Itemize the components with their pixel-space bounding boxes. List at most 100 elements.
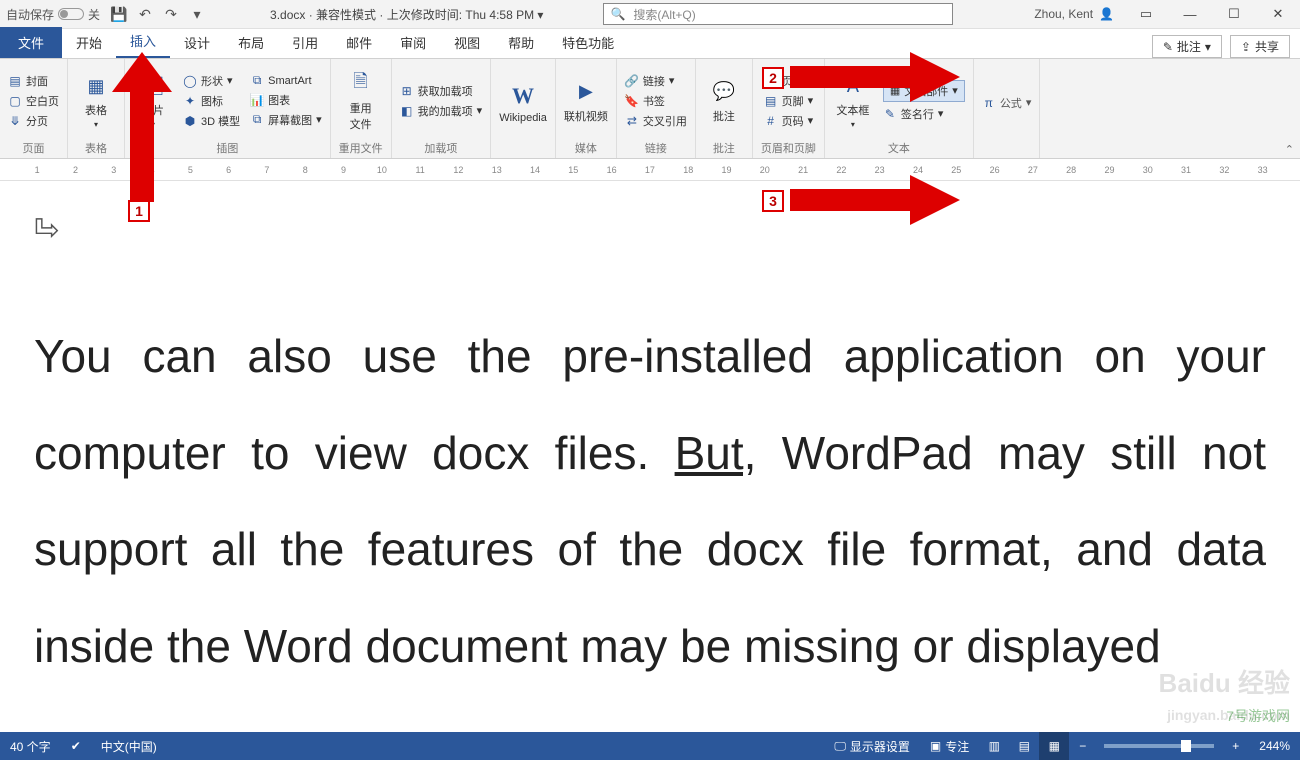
display-settings[interactable]: 🖵显示器设置 (824, 738, 920, 755)
tab-mail[interactable]: 邮件 (332, 27, 386, 58)
smartart-icon: ⧉ (250, 74, 264, 88)
link-icon: 🔗 (625, 74, 639, 88)
redo-icon[interactable]: ↷ (158, 1, 184, 27)
online-video-button[interactable]: ▶联机视频 (564, 78, 608, 124)
tab-help[interactable]: 帮助 (494, 27, 548, 58)
document-page[interactable]: ⏎ You can also use the pre-installed app… (0, 183, 1300, 732)
ruler-tick: 11 (401, 165, 439, 175)
table-button[interactable]: ▦表格▾ (76, 72, 116, 129)
callout-1: 1 (128, 200, 150, 222)
tab-view[interactable]: 视图 (440, 27, 494, 58)
blank-page-button[interactable]: ▢空白页 (8, 93, 59, 109)
xref-button[interactable]: ⇄交叉引用 (625, 113, 687, 129)
bookmark-button[interactable]: 🔖书签 (625, 93, 687, 109)
callout-2: 2 (762, 67, 784, 89)
reuse-files-button[interactable]: 🗎重用 文件 (341, 70, 381, 132)
equation-button[interactable]: π公式 ▾ (982, 95, 1032, 111)
web-layout-icon[interactable]: ▦ (1039, 732, 1069, 760)
tab-home[interactable]: 开始 (62, 27, 116, 58)
paragraph-mark-icon: ⏎ (34, 213, 59, 248)
watermark-brand: 7号游戏网 (1226, 706, 1290, 726)
minimize-icon[interactable]: — (1168, 0, 1212, 28)
language[interactable]: 中文(中国) (91, 738, 167, 755)
chevron-down-icon: ▾ (1205, 40, 1211, 54)
search-placeholder: 搜索(Alt+Q) (633, 6, 695, 23)
horizontal-ruler[interactable]: 1234567891011121314151617181920212223242… (0, 159, 1300, 181)
share-button[interactable]: ⇪ 共享 (1230, 35, 1290, 58)
document-title[interactable]: 3.docx · 兼容性模式 · 上次修改时间: Thu 4:58 PM ▾ (270, 6, 543, 23)
body-text[interactable]: You can also use the pre-installed appli… (34, 308, 1266, 694)
word-count[interactable]: 40 个字 (0, 738, 61, 755)
zoom-slider[interactable] (1104, 744, 1214, 748)
get-addins-button[interactable]: ⊞获取加载项 (400, 83, 483, 99)
arrow-1 (112, 52, 172, 202)
group-comments: 💬批注 批注 (696, 59, 753, 158)
icons-button[interactable]: ✦图标 (183, 93, 240, 109)
link-button[interactable]: 🔗链接 ▾ (625, 73, 687, 89)
group-label: 批注 (713, 138, 735, 156)
smartart-button[interactable]: ⧉SmartArt (250, 74, 322, 88)
tab-design[interactable]: 设计 (170, 27, 224, 58)
pi-icon: π (982, 96, 996, 110)
group-label: 插图 (216, 138, 238, 156)
comments-button[interactable]: ✎批注▾ (1152, 35, 1222, 58)
my-addins-button[interactable]: ◧我的加载项 ▾ (400, 103, 483, 119)
tab-review[interactable]: 审阅 (386, 27, 440, 58)
print-layout-icon[interactable]: ▤ (1009, 732, 1039, 760)
ruler-tick: 32 (1205, 165, 1243, 175)
group-label: 媒体 (575, 138, 597, 156)
wikipedia-button[interactable]: WWikipedia (499, 82, 547, 124)
cover-page-button[interactable]: ▤封面 (8, 73, 59, 89)
comment-button[interactable]: 💬批注 (704, 78, 744, 124)
screenshot-icon: ⧉ (250, 113, 264, 127)
ribbon-options-icon[interactable]: ▭ (1124, 0, 1168, 28)
pagenum-button[interactable]: #页码 ▾ (764, 113, 814, 129)
qat-dropdown-icon[interactable]: ▾ (184, 1, 210, 27)
save-icon[interactable]: 💾 (106, 1, 132, 27)
screenshot-button[interactable]: ⧉屏幕截图 ▾ (250, 112, 322, 128)
ruler-tick: 17 (631, 165, 669, 175)
cube-icon: ⬢ (183, 114, 197, 128)
signature-line-button[interactable]: ✎签名行 ▾ (883, 106, 965, 122)
addin-icon: ◧ (400, 104, 414, 118)
xref-icon: ⇄ (625, 114, 639, 128)
ruler-tick: 10 (363, 165, 401, 175)
arrow-2 (790, 52, 960, 102)
collapse-ribbon-icon[interactable]: ⌃ (1285, 143, 1294, 156)
ruler-tick: 29 (1090, 165, 1128, 175)
ruler-tick: 25 (937, 165, 975, 175)
zoom-in-icon[interactable]: + (1222, 739, 1249, 753)
footer-icon: ▤ (764, 94, 778, 108)
user-account[interactable]: Zhou, Kent 👤 (1024, 7, 1124, 21)
share-icon: ⇪ (1241, 40, 1251, 54)
bookmark-icon: 🔖 (625, 94, 639, 108)
shapes-button[interactable]: ◯形状 ▾ (183, 73, 240, 89)
zoom-level[interactable]: 244% (1249, 739, 1300, 753)
search-input[interactable]: 🔍 搜索(Alt+Q) (603, 3, 953, 25)
read-mode-icon[interactable]: ▥ (979, 732, 1009, 760)
autosave-toggle[interactable]: 自动保存 关 (0, 6, 106, 23)
spell-check-icon[interactable]: ✔ (61, 739, 91, 753)
page-break-button[interactable]: ⤋分页 (8, 113, 59, 129)
group-label: 表格 (85, 138, 107, 156)
group-label: 页眉和页脚 (761, 138, 816, 156)
tab-references[interactable]: 引用 (278, 27, 332, 58)
chevron-down-icon: ▾ (851, 120, 855, 129)
zoom-out-icon[interactable]: − (1069, 739, 1096, 753)
chevron-down-icon: ▾ (94, 120, 98, 129)
close-icon[interactable]: ✕ (1256, 0, 1300, 28)
share-label: 共享 (1255, 38, 1279, 55)
group-label: 加载项 (424, 138, 457, 156)
maximize-icon[interactable]: ☐ (1212, 0, 1256, 28)
chart-button[interactable]: 📊图表 (250, 92, 322, 108)
tab-layout[interactable]: 布局 (224, 27, 278, 58)
store-icon: ⊞ (400, 84, 414, 98)
ruler-tick: 22 (822, 165, 860, 175)
3d-model-button[interactable]: ⬢3D 模型 (183, 113, 240, 129)
tab-special[interactable]: 特色功能 (548, 27, 628, 58)
wikipedia-icon: W (509, 82, 537, 110)
search-icon: 🔍 (610, 7, 625, 21)
undo-icon[interactable]: ↶ (132, 1, 158, 27)
focus-mode[interactable]: ▣专注 (920, 738, 979, 755)
tab-file[interactable]: 文件 (0, 27, 62, 58)
